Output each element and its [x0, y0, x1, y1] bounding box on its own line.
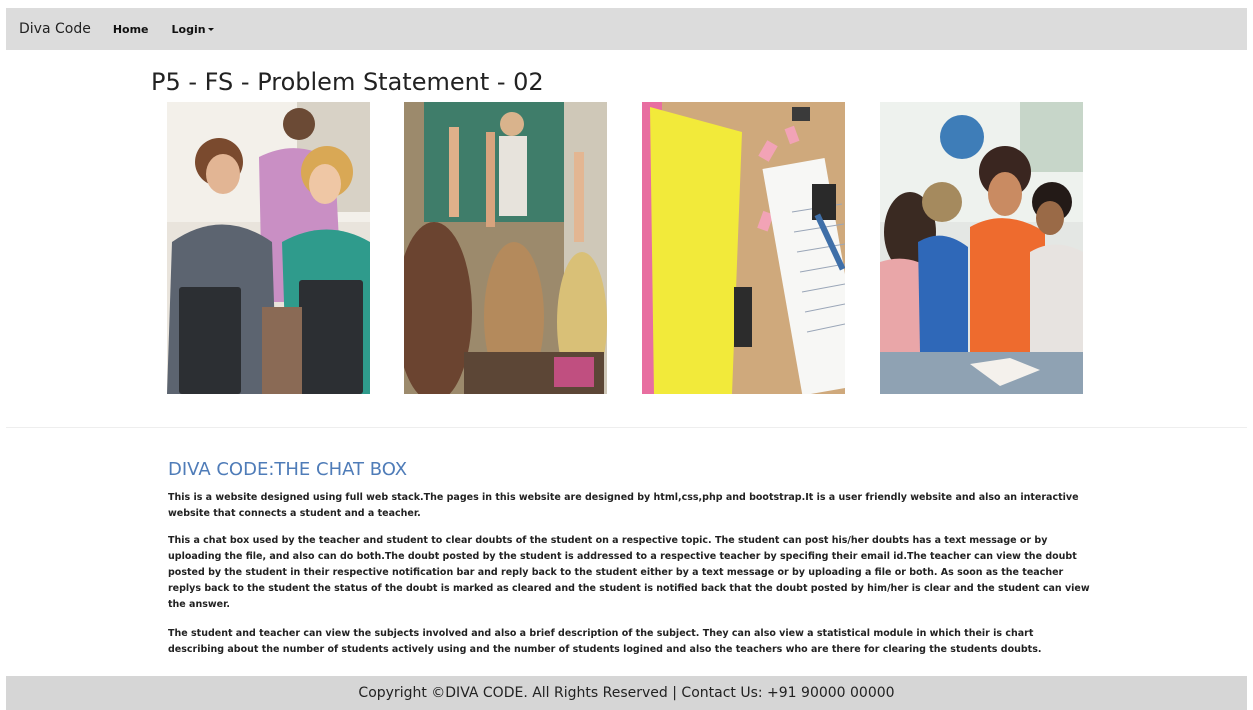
about-paragraph-3: The student and teacher can view the sub…	[168, 628, 1042, 655]
about-section-title: DIVA CODE:THE CHAT BOX	[168, 459, 408, 480]
nav-login-label: Login	[171, 22, 206, 36]
page-title: P5 - FS - Problem Statement - 02	[151, 68, 544, 96]
teacher-reading-with-children-photo	[880, 102, 1083, 394]
footer: Copyright ©DIVA CODE. All Rights Reserve…	[6, 676, 1247, 710]
footer-copyright: Copyright ©DIVA CODE. All Rights Reserve…	[358, 685, 895, 701]
about-paragraph-1: This is a website designed using full we…	[168, 492, 1079, 519]
students-with-laptops-photo	[167, 102, 370, 394]
notebook-and-folder-photo	[642, 102, 845, 394]
top-navbar: Diva Code Home Login	[6, 8, 1247, 50]
brand-link[interactable]: Diva Code	[19, 21, 91, 37]
about-paragraph-2: This a chat box used by the teacher and …	[168, 535, 1090, 610]
nav-home-link[interactable]: Home	[113, 23, 149, 36]
classroom-raised-hands-photo	[404, 102, 607, 394]
nav-login-dropdown[interactable]: Login	[172, 23, 214, 36]
section-divider	[6, 427, 1247, 428]
caret-down-icon	[207, 27, 214, 31]
